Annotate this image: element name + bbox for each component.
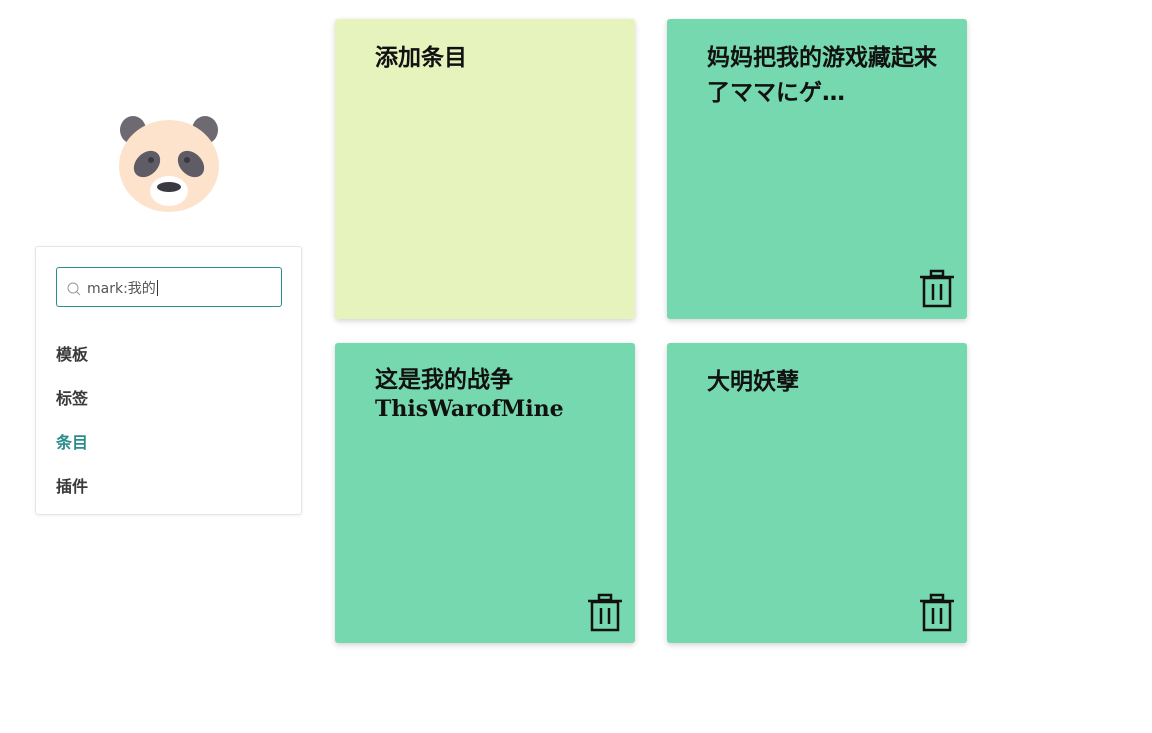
card-title: 这是我的战争 ThisWarofMine xyxy=(375,365,607,423)
entry-card[interactable]: 大明妖孽 xyxy=(667,343,967,643)
search-icon xyxy=(67,281,81,296)
card-title: 添加条目 xyxy=(375,45,467,71)
entry-card[interactable]: 妈妈把我的游戏藏起来了ママにゲ… xyxy=(667,19,967,319)
card-subtitle: ThisWarofMine xyxy=(375,396,564,422)
menu-item-templates[interactable]: 模板 xyxy=(56,341,88,365)
panda-icon xyxy=(118,114,220,212)
menu-item-plugins[interactable]: 插件 xyxy=(56,473,88,497)
add-entry-card[interactable]: 添加条目 xyxy=(335,19,635,319)
card-title: 大明妖孽 xyxy=(707,369,799,395)
trash-icon[interactable] xyxy=(919,593,955,633)
trash-icon[interactable] xyxy=(919,269,955,309)
menu-item-entries[interactable]: 条目 xyxy=(56,429,88,453)
search-input[interactable]: mark:我的 xyxy=(56,267,282,307)
entry-card[interactable]: 这是我的战争 ThisWarofMine xyxy=(335,343,635,643)
menu-item-tags[interactable]: 标签 xyxy=(56,385,88,409)
trash-icon[interactable] xyxy=(587,593,623,633)
navigation-panel: mark:我的 模板 标签 条目 插件 xyxy=(35,246,302,515)
card-title-text: 这是我的战争 xyxy=(375,367,513,393)
search-value: mark:我的 xyxy=(87,280,158,297)
card-title: 妈妈把我的游戏藏起来了ママにゲ… xyxy=(707,45,937,106)
